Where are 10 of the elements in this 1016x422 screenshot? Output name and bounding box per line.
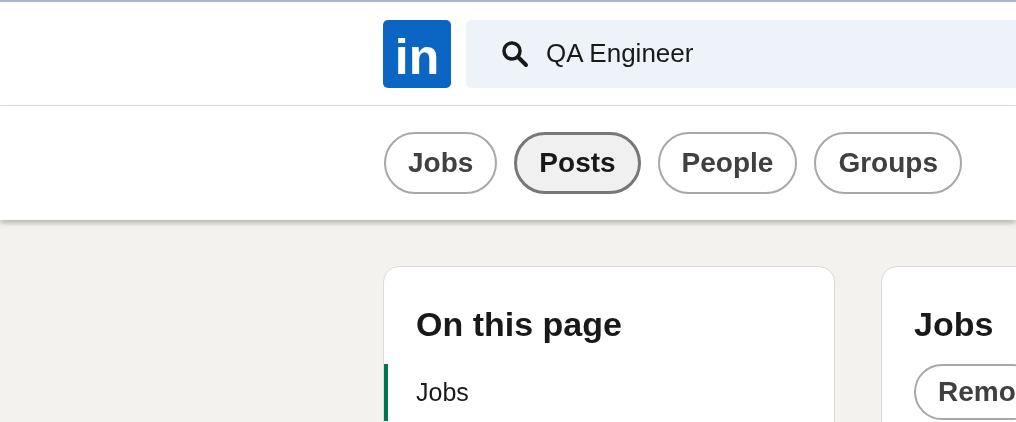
page-nav-item[interactable]: Jobs xyxy=(384,364,834,421)
logo[interactable]: in xyxy=(383,19,451,88)
filter-chip[interactable]: People xyxy=(657,132,798,194)
search-field[interactable]: QA Engineer xyxy=(466,19,1016,88)
card-title: Jobs xyxy=(914,305,995,344)
card-title: On this page xyxy=(415,305,623,344)
filter-chip[interactable]: Jobs xyxy=(384,132,498,194)
filter-chip[interactable]: Groups xyxy=(814,132,962,194)
filter-chip[interactable]: Posts xyxy=(514,132,641,194)
filter-chip[interactable]: Remo xyxy=(914,364,1016,420)
